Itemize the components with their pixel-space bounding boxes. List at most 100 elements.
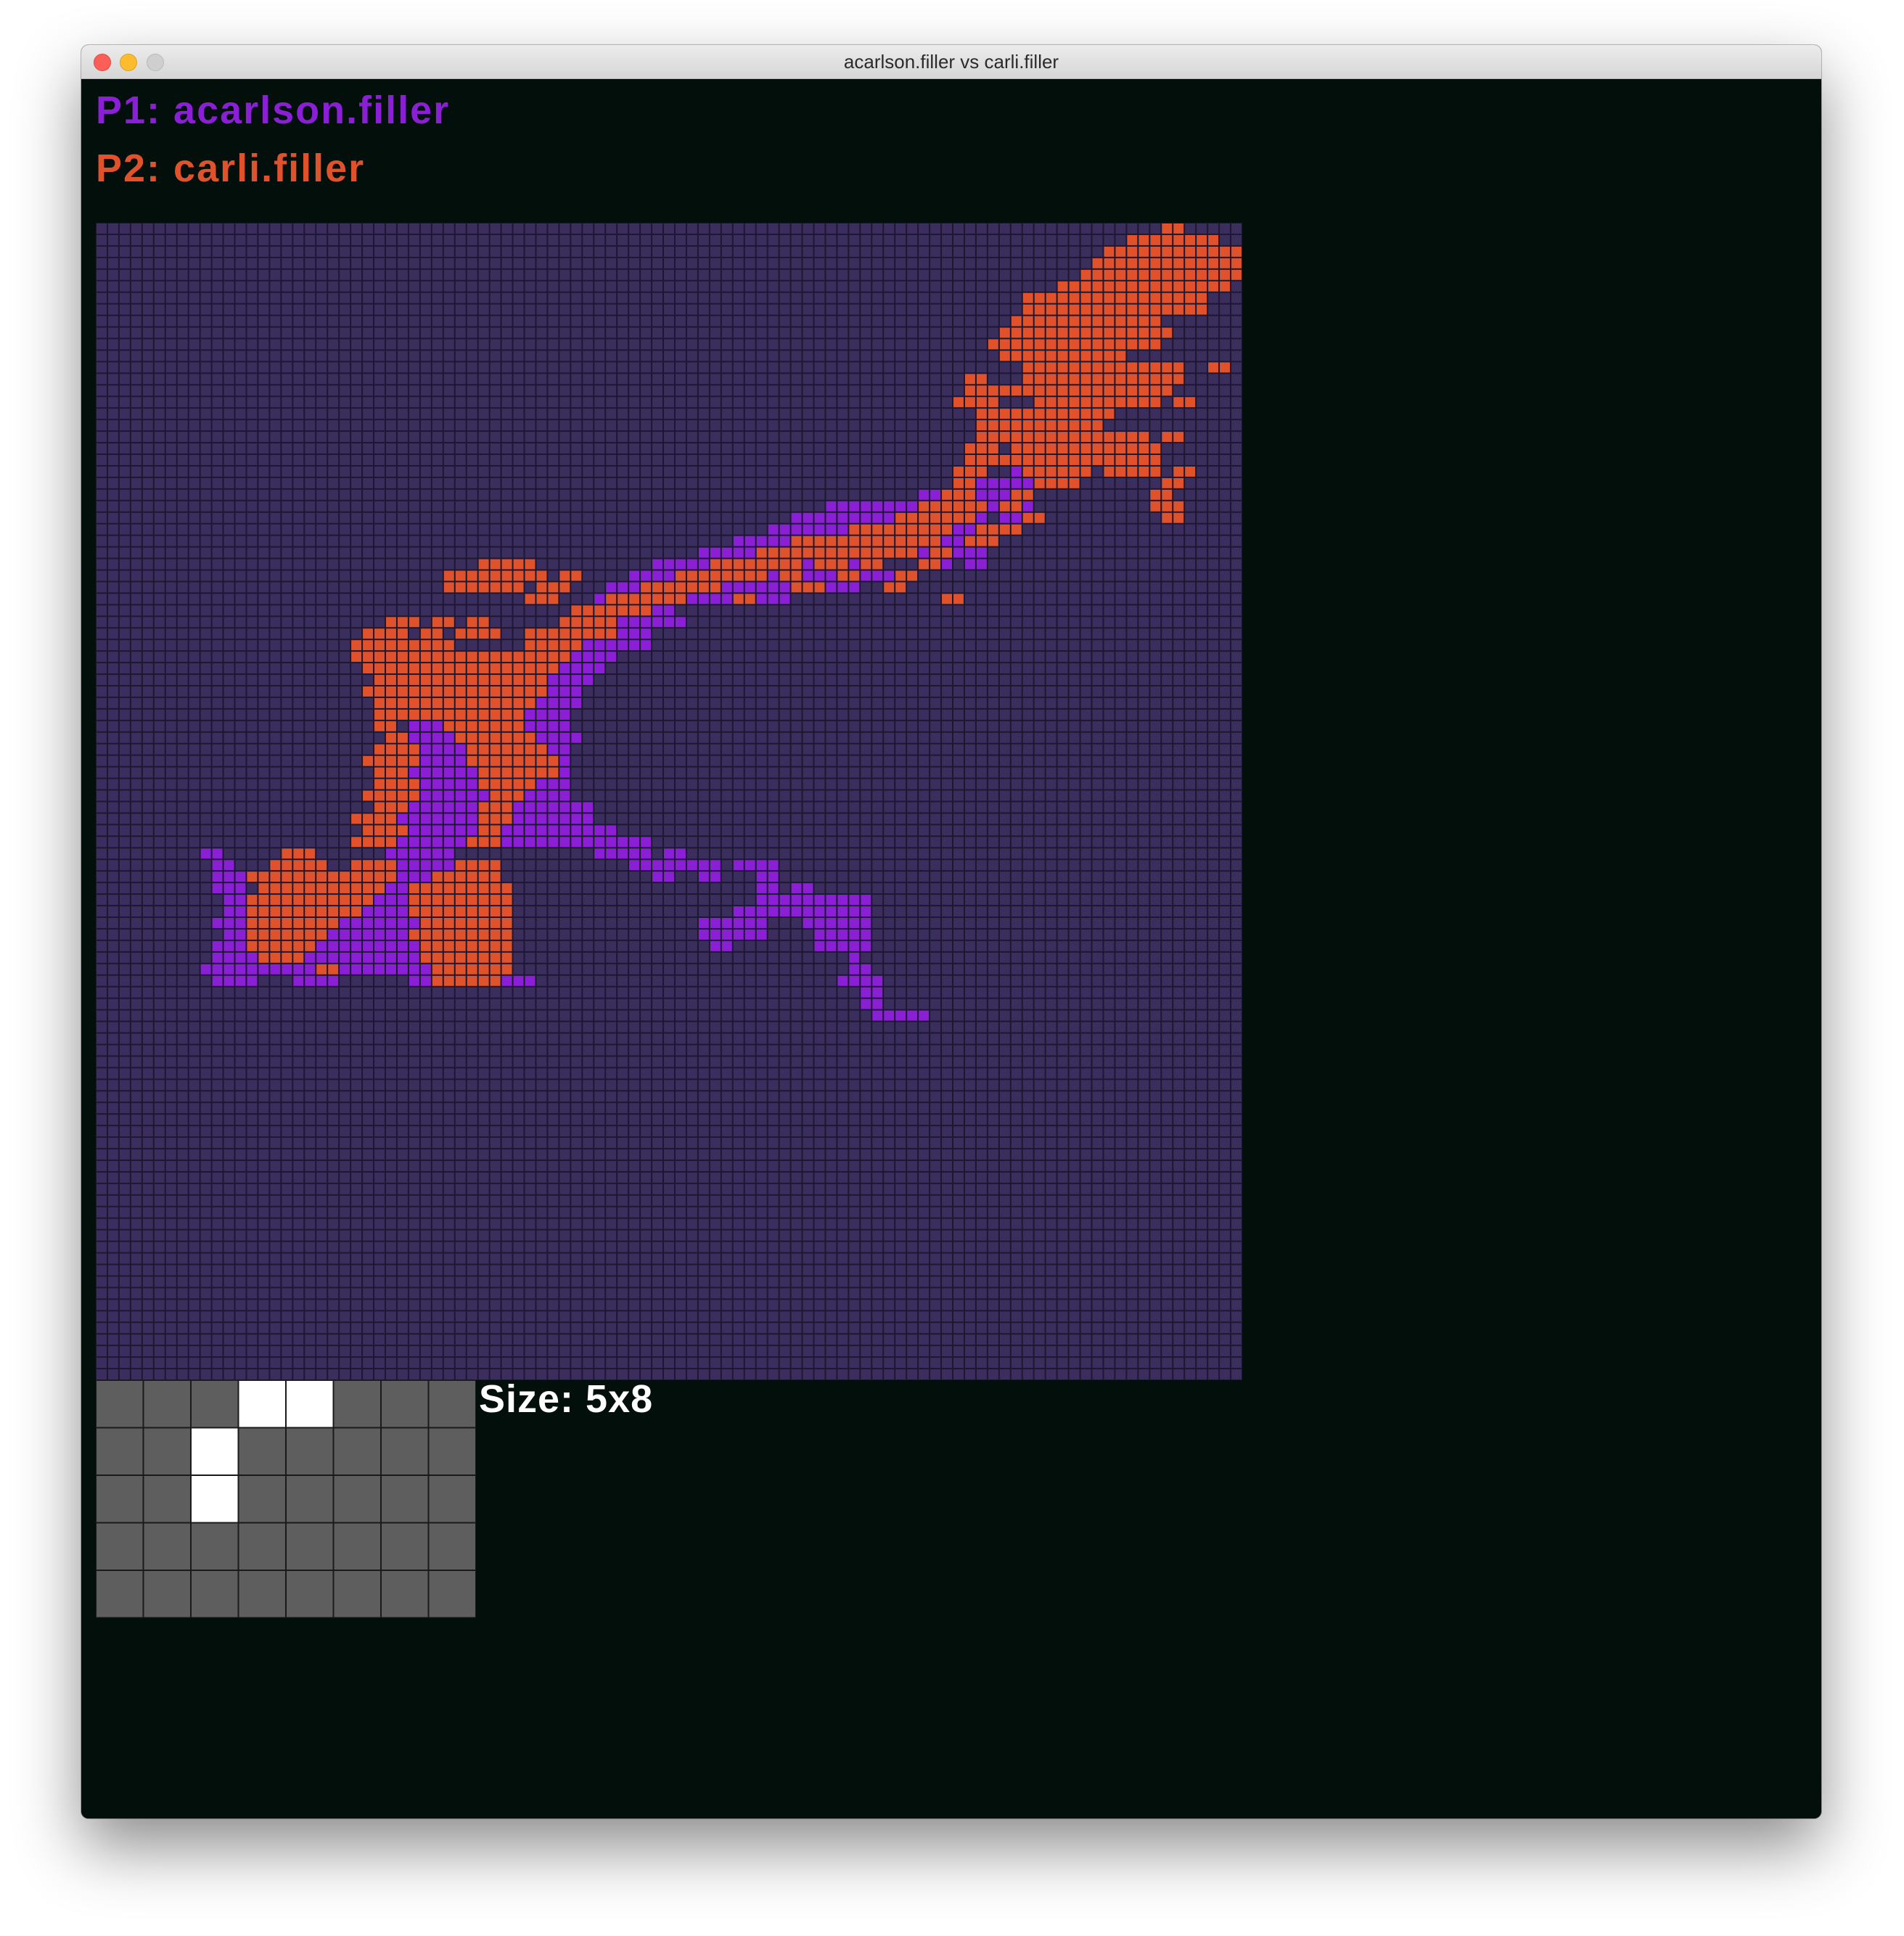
empty-cell [293,675,304,685]
empty-cell [97,304,107,315]
title-bar[interactable]: acarlson.filler vs carli.filler [81,45,1821,79]
empty-cell [675,790,686,801]
empty-cell [119,559,130,570]
empty-cell [1127,767,1138,778]
empty-cell [571,374,582,385]
empty-cell [1115,420,1126,431]
p2-cell [1115,466,1126,477]
empty-cell [1150,432,1161,443]
empty-cell [328,594,339,604]
p2-cell [478,779,489,789]
p1-cell [849,512,860,523]
empty-cell [907,709,918,720]
empty-cell [235,269,246,280]
empty-cell [976,258,987,268]
empty-cell [467,547,477,558]
p2-cell [1046,374,1056,385]
empty-cell [988,594,998,604]
empty-cell [768,385,779,396]
empty-cell [1034,709,1045,720]
p2-cell [525,779,536,789]
empty-cell [97,697,107,708]
empty-cell [1057,605,1068,616]
empty-cell [1104,779,1115,789]
empty-cell [282,512,292,523]
empty-cell [351,536,362,546]
empty-cell [664,258,674,268]
empty-cell [467,605,477,616]
empty-cell [629,432,640,443]
empty-cell [629,327,640,338]
empty-cell [641,767,652,778]
empty-cell [1185,327,1196,338]
p1-cell [861,570,871,581]
empty-cell [189,501,200,512]
empty-cell [791,455,802,465]
empty-cell [583,686,594,697]
empty-cell [490,269,501,280]
empty-cell [501,443,512,454]
p2-cell [849,536,860,546]
p2-cell [1011,385,1022,396]
empty-cell [258,234,269,245]
empty-cell [200,524,211,535]
empty-cell [270,721,281,731]
empty-cell [686,547,697,558]
empty-cell [594,732,605,743]
empty-cell [443,246,454,257]
empty-cell [1197,374,1207,385]
empty-cell [1080,617,1091,628]
empty-cell [432,466,443,477]
empty-cell [583,420,594,431]
p2-cell [501,675,512,685]
empty-cell [490,640,501,651]
empty-cell [930,755,941,766]
empty-cell [223,697,234,708]
empty-cell [1162,721,1173,731]
empty-cell [328,385,339,396]
empty-cell [964,686,975,697]
empty-cell [617,686,628,697]
empty-cell [258,385,269,396]
empty-cell [999,374,1010,385]
empty-cell [409,605,419,616]
empty-cell [97,350,107,361]
empty-cell [641,663,652,674]
p2-cell [478,559,489,570]
empty-cell [849,292,860,303]
empty-cell [270,570,281,581]
empty-cell [1150,409,1161,419]
p2-cell [907,547,918,558]
empty-cell [594,409,605,419]
empty-cell [826,350,837,361]
empty-cell [177,501,188,512]
p2-cell [814,559,825,570]
p2-cell [1022,420,1033,431]
empty-cell [1208,489,1219,500]
empty-cell [675,489,686,500]
empty-cell [803,477,813,488]
empty-cell [363,432,374,443]
empty-cell [641,489,652,500]
empty-cell [594,316,605,327]
empty-cell [374,594,385,604]
empty-cell [861,790,871,801]
empty-cell [768,455,779,465]
empty-cell [189,709,200,720]
p2-cell [1046,455,1056,465]
empty-cell [385,547,396,558]
empty-cell [97,455,107,465]
empty-cell [872,420,883,431]
p2-cell [374,663,385,674]
empty-cell [884,269,895,280]
p2-cell [791,570,802,581]
empty-cell [455,617,466,628]
empty-cell [837,258,848,268]
empty-cell [1022,223,1033,234]
empty-cell [756,605,767,616]
empty-cell [1127,512,1138,523]
empty-cell [223,477,234,488]
empty-cell [1022,605,1033,616]
empty-cell [142,732,153,743]
p2-cell [478,570,489,581]
